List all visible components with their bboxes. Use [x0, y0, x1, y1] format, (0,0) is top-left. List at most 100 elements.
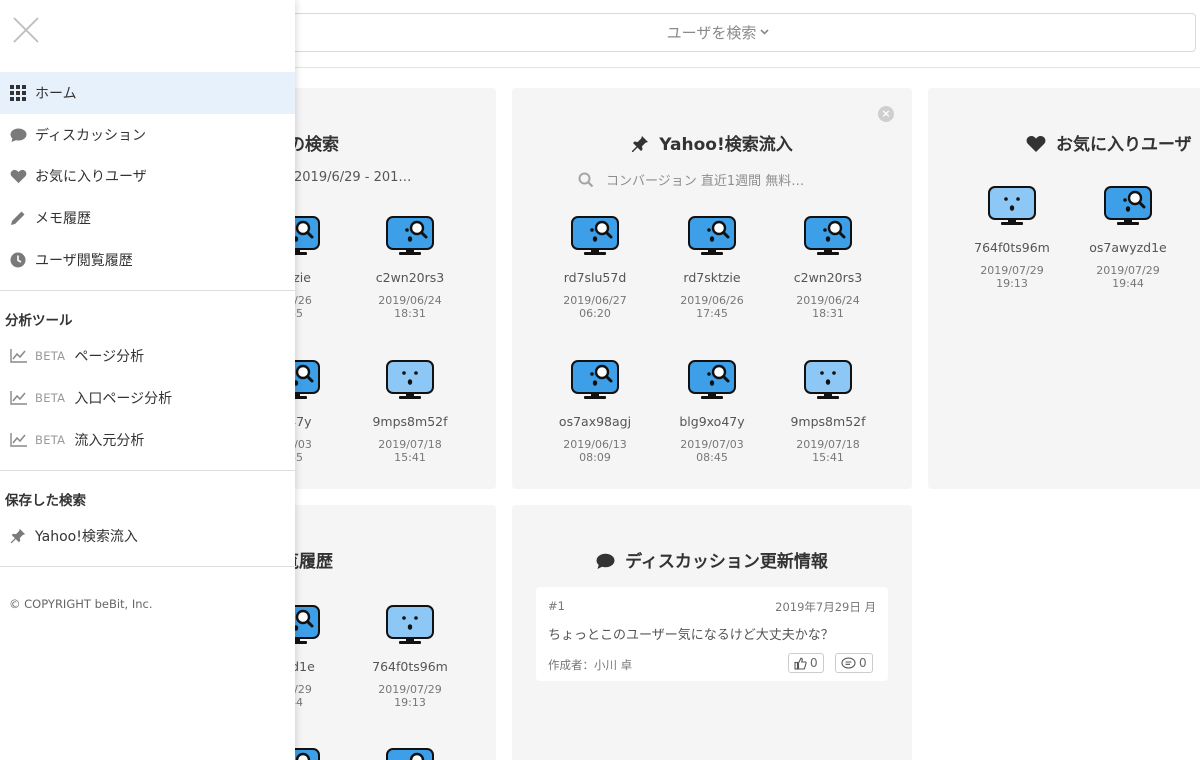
user-id: os7awyzd1e — [1089, 240, 1167, 255]
heart-icon — [9, 167, 27, 185]
user-id: rd7slu57d — [563, 270, 627, 285]
menu-item-source-analysis[interactable]: BETA 流入元分析 — [0, 419, 295, 461]
user-tile[interactable]: 9mps8m52f 2019/07/18 15:41 — [360, 360, 460, 464]
user-id: blg9xo47y — [679, 414, 745, 429]
menu-item-label: ディスカッション — [35, 128, 147, 144]
user-avatar-icon — [778, 360, 878, 404]
user-last-visit: 2019/06/24 18:31 — [360, 294, 460, 320]
user-avatar-icon — [360, 216, 460, 260]
menu-item-saved-yahoo[interactable]: Yahoo!検索流入 — [0, 515, 295, 557]
menu-item-entry-page-analysis[interactable]: BETA 入口ページ分析 — [0, 377, 295, 419]
user-visit-date: 2019/07/18 — [796, 438, 860, 451]
user-id: 9mps8m52f — [372, 414, 448, 429]
user-last-visit: 2019/06/24 18:31 — [778, 294, 878, 320]
thumbs-up-icon — [794, 657, 807, 670]
menu-item-home[interactable]: ホーム — [0, 72, 295, 114]
discussion-card: ディスカッション更新情報 #1 2019年7月29日 月 ちょっとこのユーザー気… — [512, 505, 912, 760]
user-avatar-icon — [360, 360, 460, 404]
clock-icon — [9, 251, 27, 269]
divider — [0, 566, 295, 567]
user-search-label: ユーザを検索 — [666, 24, 757, 42]
user-id: os7ax98agj — [558, 414, 632, 429]
yahoo-search-filter: コンバージョン 直近1週間 無料… — [578, 170, 804, 189]
user-tile[interactable]: c2wn20rs3 2019/06/24 18:31 — [778, 216, 878, 320]
heart-icon — [1026, 136, 1046, 152]
user-visit-time: 06:20 — [579, 307, 611, 320]
close-drawer-button[interactable] — [13, 17, 39, 43]
search-icon — [578, 172, 594, 188]
user-visit-time: 19:44 — [1112, 277, 1144, 290]
like-button[interactable]: 0 — [788, 653, 824, 673]
user-avatar-icon — [778, 216, 878, 260]
user-tile[interactable]: os7awyzd1e 2019/07/29 19:44 — [1078, 186, 1178, 290]
user-tile[interactable]: 9mps8m52f 2019/07/18 15:41 — [778, 360, 878, 464]
user-avatar-icon — [545, 216, 645, 260]
user-visit-time: 15:41 — [394, 451, 426, 464]
user-visit-date: 2019/07/29 — [1096, 264, 1160, 277]
menu-item-label: ページ分析 — [74, 349, 145, 365]
user-tile[interactable]: rd7sktzie 2019/06/26 17:45 — [662, 216, 762, 320]
divider — [0, 470, 295, 471]
user-id: 9mps8m52f — [790, 414, 866, 429]
close-icon — [13, 17, 39, 43]
copyright: © COPYRIGHT beBit, Inc. — [9, 597, 153, 611]
yahoo-search-card-title: Yahoo!検索流入 — [512, 130, 912, 155]
menu-item-discussion[interactable]: ディスカッション — [0, 114, 295, 156]
user-tile[interactable]: rd7slu57d 2019/06/27 06:20 — [545, 216, 645, 320]
line-chart-icon — [9, 431, 27, 449]
user-avatar-icon — [360, 748, 460, 760]
user-last-visit: 2019/06/26 17:45 — [662, 294, 762, 320]
user-last-visit: 2019/07/18 15:41 — [778, 438, 878, 464]
discussion-date: 2019年7月29日 月 — [775, 600, 876, 614]
user-avatar-icon — [1078, 186, 1178, 230]
menu-item-label: Yahoo!検索流入 — [35, 529, 138, 545]
menu-item-label: お気に入りユーザ — [35, 169, 147, 185]
user-visit-time: 18:31 — [812, 307, 844, 320]
menu-item-label: 流入元分析 — [74, 433, 145, 449]
menu-item-page-analysis[interactable]: BETA ページ分析 — [0, 335, 295, 377]
discussion-author: 作成者：小川 卓 — [548, 658, 633, 672]
user-last-visit: 2019/06/13 08:09 — [545, 438, 645, 464]
user-last-visit: 2019/06/27 06:20 — [545, 294, 645, 320]
user-avatar-icon — [962, 186, 1062, 230]
user-last-visit: 2019/07/03 08:45 — [662, 438, 762, 464]
favorites-card-title: お気に入りユーザ — [928, 130, 1200, 155]
comment-icon — [596, 553, 615, 569]
discussion-text: ちょっとこのユーザー気になるけど大丈夫かな？ — [548, 628, 834, 643]
remove-card-button[interactable]: × — [878, 106, 894, 122]
user-tile[interactable]: 764f0ts96m 2019/07/29 19:13 — [360, 605, 460, 709]
menu-item-favorites[interactable]: お気に入りユーザ — [0, 155, 295, 197]
yahoo-search-card: Yahoo!検索流入 × コンバージョン 直近1週間 無料… rd7slu57d… — [512, 88, 912, 489]
divider — [0, 290, 295, 291]
comment-count-button[interactable]: 0 — [835, 653, 873, 673]
user-tile[interactable]: c2wn20rs3 2019/06/24 18:31 — [360, 216, 460, 320]
menu-item-label: メモ履歴 — [35, 211, 91, 227]
tools-heading: 分析ツール — [5, 313, 73, 329]
user-tile[interactable] — [360, 748, 460, 760]
menu-item-memo-history[interactable]: メモ履歴 — [0, 197, 295, 239]
like-count: 0 — [810, 656, 818, 670]
user-last-visit: 2019/07/29 19:13 — [360, 683, 460, 709]
user-tile[interactable]: blg9xo47y 2019/07/03 08:45 — [662, 360, 762, 464]
pin-icon — [632, 136, 649, 152]
pin-icon — [9, 527, 27, 545]
user-visit-time: 18:31 — [394, 307, 426, 320]
discussion-item[interactable]: #1 2019年7月29日 月 ちょっとこのユーザー気になるけど大丈夫かな？ 作… — [536, 587, 888, 681]
discussion-number: #1 — [548, 599, 565, 613]
user-tile[interactable]: os7ax98agj 2019/06/13 08:09 — [545, 360, 645, 464]
user-avatar-icon — [662, 360, 762, 404]
user-search-dropdown[interactable]: ユーザを検索 — [240, 13, 1196, 52]
menu-item-user-history[interactable]: ユーザ閲覧履歴 — [0, 239, 295, 281]
discussion-card-title: ディスカッション更新情報 — [512, 547, 912, 572]
user-visit-date: 2019/06/26 — [680, 294, 744, 307]
user-id: c2wn20rs3 — [375, 270, 445, 285]
menu-item-label: ホーム — [35, 86, 77, 102]
user-last-visit: 2019/07/29 19:44 — [1078, 264, 1178, 290]
user-avatar-icon — [545, 360, 645, 404]
comment-icon — [9, 126, 27, 144]
user-visit-date: 2019/06/27 — [563, 294, 627, 307]
user-tile[interactable]: 764f0ts96m 2019/07/29 19:13 — [962, 186, 1062, 290]
user-avatar-icon — [360, 605, 460, 649]
menu-item-label: 入口ページ分析 — [74, 391, 173, 407]
navigation-drawer: ホーム ディスカッション お気に入りユーザ メモ履歴 ユーザ閲覧履歴 分析ツール… — [0, 0, 295, 760]
